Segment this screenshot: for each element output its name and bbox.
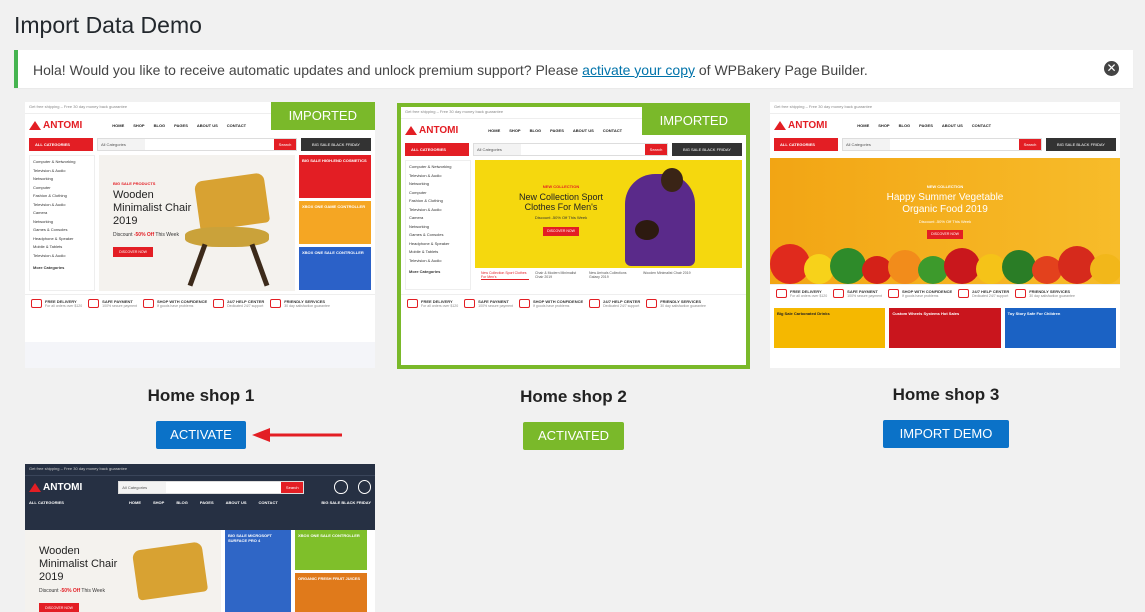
hero-banner: NEW COLLECTION Happy Summer Vegetable Or… xyxy=(770,158,1120,284)
chair-image xyxy=(193,172,271,232)
ad-surface: BIG SALE MICROSOFT SURFACE PRO 4 xyxy=(225,530,291,612)
ad-juices: ORGANIC FRESH FRUIT JUICES xyxy=(295,573,367,612)
activate-link[interactable]: activate your copy xyxy=(582,62,695,78)
cart-icon xyxy=(357,480,371,494)
ad-cosmetics: BIG SALE HIGH-END COSMETICS xyxy=(299,155,371,198)
imported-badge: IMPORTED xyxy=(641,107,746,135)
demo-title: Home shop 3 xyxy=(892,385,1000,404)
hero-banner: BIG SALE PRODUCTS Wooden Minimalist Chai… xyxy=(99,155,295,291)
demo-card-home-shop-2: IMPORTED Get free shipping – Free 30 day… xyxy=(397,103,750,453)
dismiss-notice-icon[interactable]: ✕ xyxy=(1104,61,1119,76)
demo-thumbnail[interactable]: Get free shipping – Free 30 day money ba… xyxy=(25,464,375,612)
update-notice: Hola! Would you like to receive automati… xyxy=(14,50,1133,88)
red-arrow-icon xyxy=(252,428,342,442)
page-title: Import Data Demo xyxy=(14,12,202,38)
ad-controller: XBOX ONE SALE CONTROLLER xyxy=(295,530,367,570)
ad-wheels: Custom Wheels Systems Hot Sales xyxy=(889,308,1001,348)
hero-banner: Wooden Minimalist Chair 2019 Discount -5… xyxy=(25,530,221,612)
demo-thumbnail[interactable]: Get free shipping – Free 30 day money ba… xyxy=(770,102,1120,368)
demo-thumbnail[interactable]: IMPORTED Get free shipping – Free 30 day… xyxy=(25,102,375,368)
ad-controller: XBOX ONE GAME CONTROLLER xyxy=(299,201,371,244)
demo-card-home-shop-1: IMPORTED Get free shipping – Free 30 day… xyxy=(25,102,377,452)
notice-text: Hola! Would you like to receive automati… xyxy=(33,62,868,78)
hero-banner: NEW COLLECTION New Collection Sport Clot… xyxy=(475,160,742,268)
import-demo-button[interactable]: IMPORT DEMO xyxy=(883,420,1009,448)
demo-card-home-shop-3: Get free shipping – Free 30 day money ba… xyxy=(770,102,1122,452)
antomi-logo: ANTOMI xyxy=(774,120,827,131)
ad-controller-2: XBOX ONE SALE CONTROLLER xyxy=(299,247,371,290)
big-sale-bar: BIG SALE BLACK FRIDAY xyxy=(301,137,371,151)
activated-button[interactable]: ACTIVATED xyxy=(523,422,624,450)
preview-nav: HOME SHOP BLOG PAGES ABOUT US CONTACT xyxy=(112,122,247,128)
all-categories: ALL CATEGORIES xyxy=(29,137,93,151)
demo-title: Home shop 1 xyxy=(147,386,255,405)
demo-card-4: Get free shipping – Free 30 day money ba… xyxy=(25,464,375,612)
activate-button[interactable]: ACTIVATE xyxy=(156,421,246,449)
antomi-logo: ANTOMI xyxy=(29,120,82,131)
antomi-logo: ANTOMI xyxy=(29,482,82,493)
feature-strip: FREE DELIVERY For all orders over $120 SA… xyxy=(25,294,375,312)
athlete-image xyxy=(625,174,695,266)
category-list: Computer & Networking Television & Audio N… xyxy=(405,160,471,290)
ad-toy: Toy Story Safe For Children xyxy=(1004,308,1116,348)
ad-drinks: Big Sale Carbonated Drinks xyxy=(774,308,886,348)
demo-thumbnail[interactable]: IMPORTED Get free shipping – Free 30 day… xyxy=(397,103,750,369)
preview-search: All Categories Search xyxy=(97,137,297,151)
wishlist-icon xyxy=(334,480,348,494)
demo-title: Home shop 2 xyxy=(520,387,627,406)
imported-badge: IMPORTED xyxy=(270,102,375,130)
category-list: Computer & Networking Television & Audio N… xyxy=(29,155,95,291)
antomi-logo: ANTOMI xyxy=(405,125,458,136)
